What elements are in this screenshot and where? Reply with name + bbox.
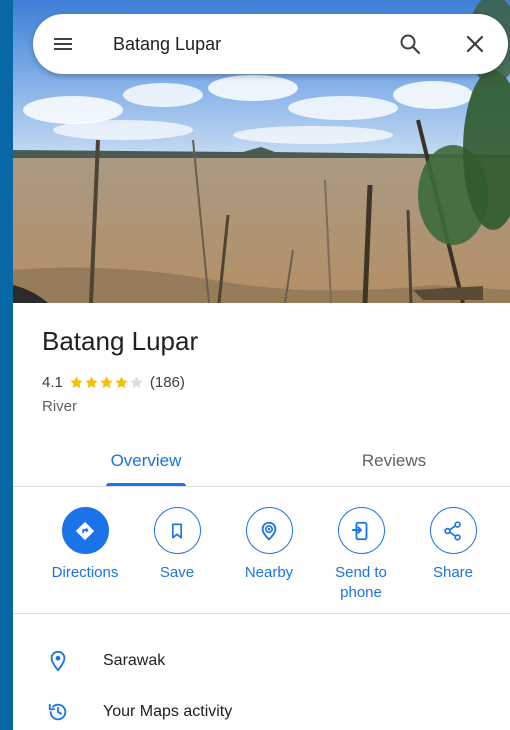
share-icon [444,520,461,541]
place-panel: Batang Lupar Batang Lupar 4.1 (186) Rive… [13,0,510,730]
save-label: Save [159,564,195,581]
action-buttons: Directions Save Nearby Send to phone Sha… [13,487,510,614]
share-circle [429,507,477,554]
star-rating[interactable] [69,375,144,390]
maps-activity-text: Your Maps activity [103,703,233,720]
history-icon [46,700,70,724]
share-button[interactable]: Share [407,507,499,583]
hamburger-menu-icon [54,38,72,50]
rating-value: 4.1 [42,373,63,391]
nearby-label: Nearby [244,564,294,581]
directions-button[interactable]: Directions [39,507,131,583]
menu-button[interactable] [43,26,83,62]
send-to-phone-circle [337,507,385,554]
star-empty-icon [130,375,143,388]
bookmark-icon [172,523,182,538]
directions-circle [61,507,109,554]
send-to-phone-button[interactable]: Send to phone [315,507,407,603]
address-text: Sarawak [103,652,166,669]
location-pin-icon [46,649,70,673]
search-icon [400,34,421,55]
star-filled-icon [70,375,83,388]
star-filled-icon [100,375,113,388]
rating-row: 4.1 (186) [42,372,185,392]
send-to-phone-label: Send to phone [330,563,392,603]
directions-icon [75,521,95,540]
nearby-icon [261,521,277,540]
tab-bar: Overview Reviews [13,436,510,487]
save-button[interactable]: Save [131,507,223,583]
list-item-address[interactable]: Sarawak [13,641,510,681]
save-circle [153,507,201,554]
directions-label: Directions [51,564,119,581]
send-to-phone-icon [351,521,368,540]
list-item-maps-activity[interactable]: Your Maps activity [13,692,510,730]
star-filled-icon [115,375,128,388]
reviews-count[interactable]: (186) [150,374,185,391]
tab-overview[interactable]: Overview [67,436,225,486]
close-icon [466,35,484,53]
star-filled-icon [85,375,98,388]
search-bar: Batang Lupar [33,14,508,74]
place-title: Batang Lupar [42,326,199,356]
place-category[interactable]: River [42,398,77,415]
search-button[interactable] [392,26,428,62]
close-button[interactable] [457,26,493,62]
search-input[interactable]: Batang Lupar [113,31,363,57]
tab-reviews[interactable]: Reviews [315,436,473,486]
share-label: Share [432,564,474,581]
send-to-phone-label-text: Send to phone [335,564,387,601]
nearby-button[interactable]: Nearby [223,507,315,583]
nearby-circle [245,507,293,554]
active-tab-indicator [106,483,186,486]
window-frame [0,0,13,730]
